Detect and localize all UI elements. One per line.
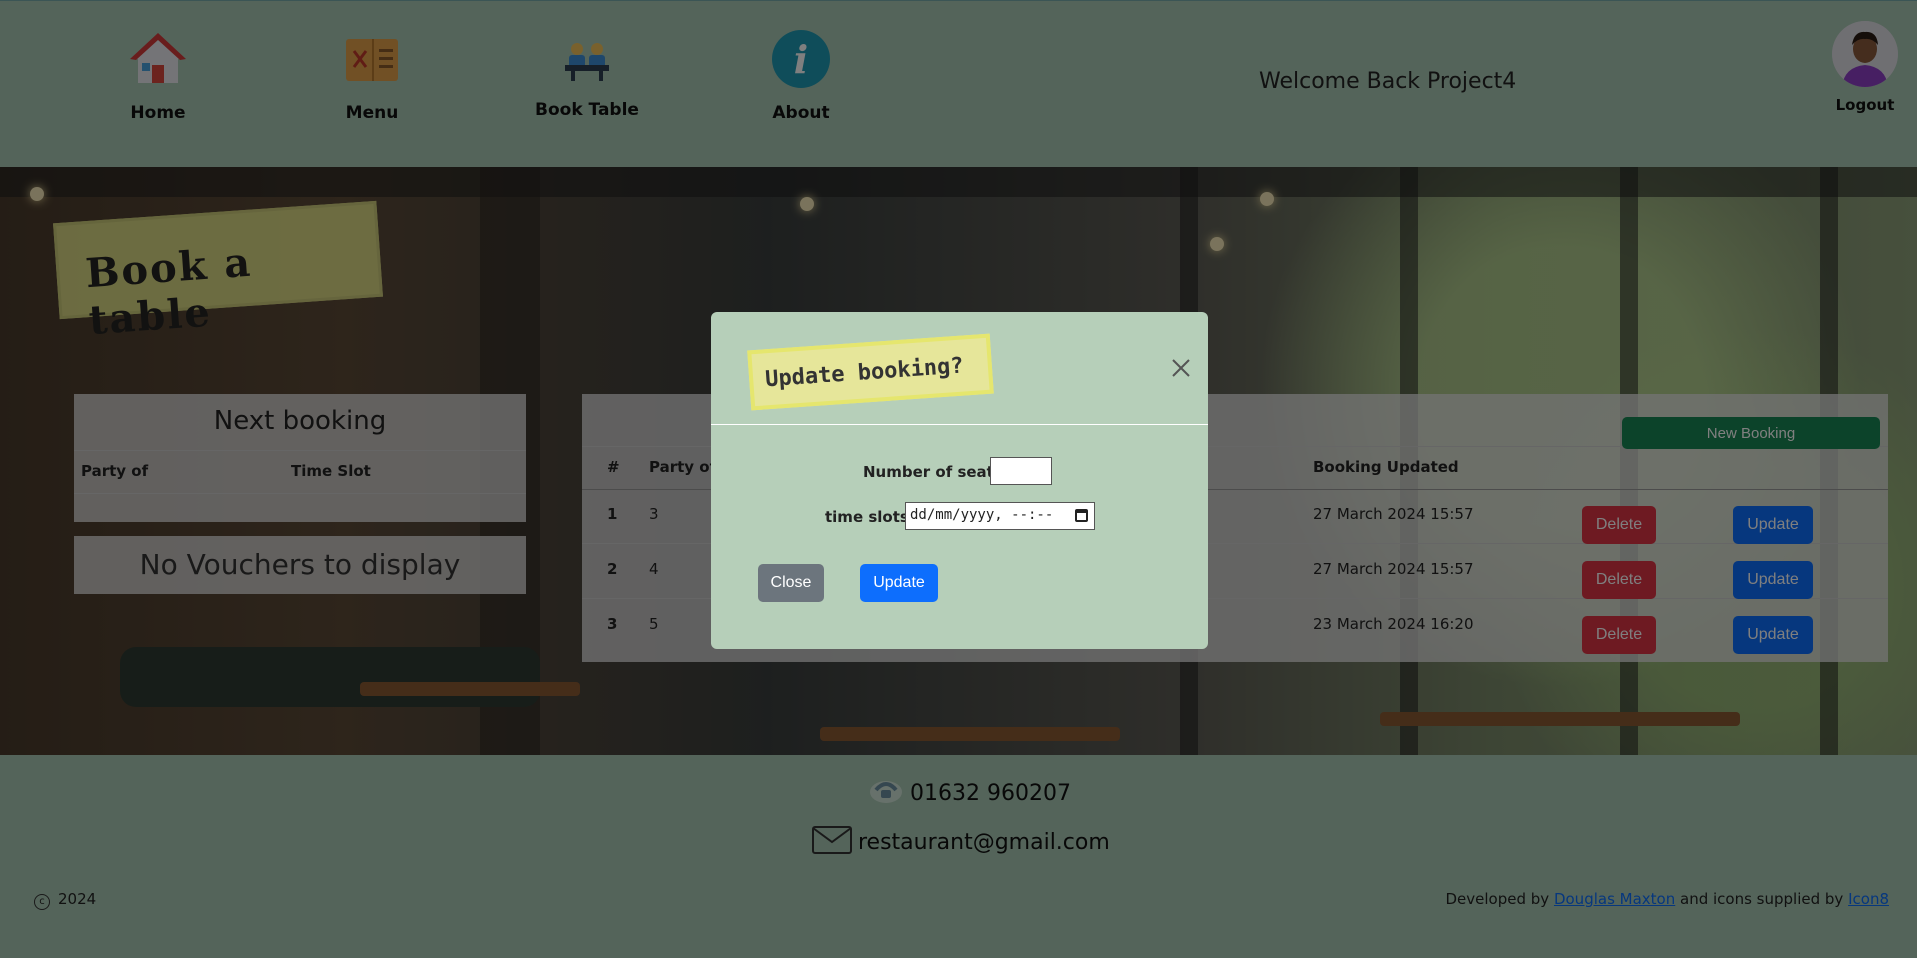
update-booking-modal: Update booking? Number of seats: time sl…: [711, 312, 1208, 649]
time-slots-label: time slots:: [825, 508, 915, 526]
time-slot-input[interactable]: dd/mm/yyyy, --:--: [905, 502, 1095, 530]
modal-divider: [711, 424, 1208, 425]
modal-update-button[interactable]: Update: [860, 564, 938, 602]
modal-title-sign: Update booking?: [747, 333, 994, 411]
close-icon[interactable]: [1169, 356, 1193, 380]
time-slot-placeholder: dd/mm/yyyy, --:--: [910, 507, 1054, 523]
calendar-icon[interactable]: [1075, 509, 1088, 522]
modal-close-button[interactable]: Close: [758, 564, 824, 602]
seats-label: Number of seats:: [863, 463, 1009, 481]
modal-title: Update booking?: [764, 353, 965, 393]
seats-input[interactable]: [990, 457, 1052, 485]
